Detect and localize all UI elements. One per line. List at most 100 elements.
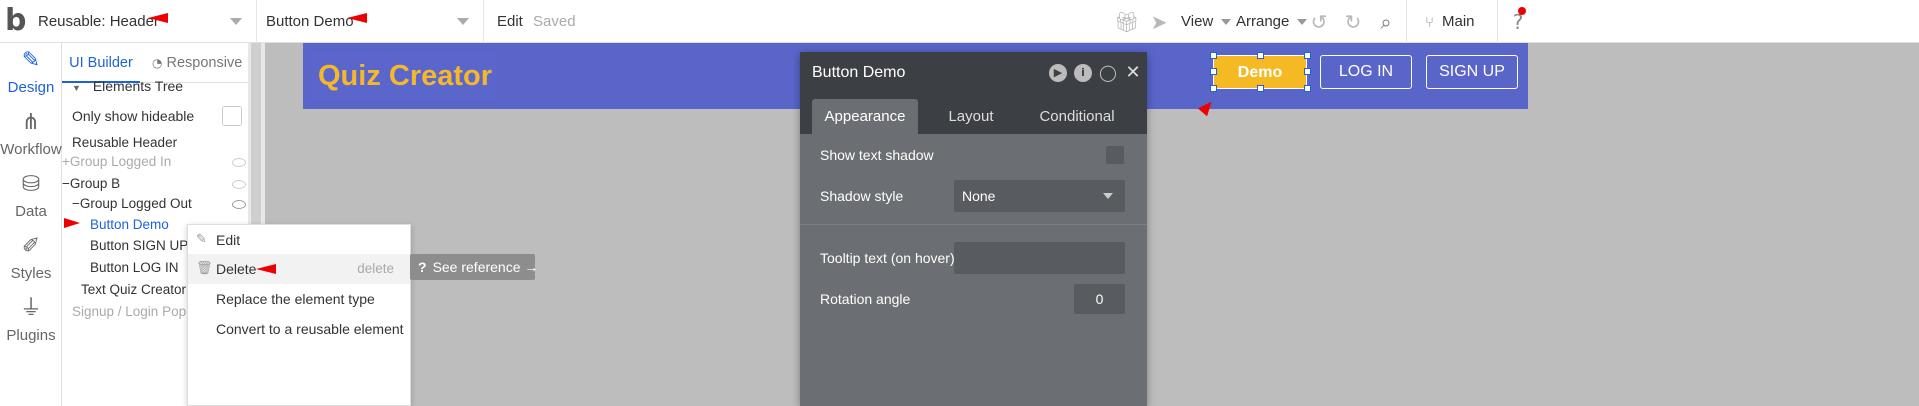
shadow-style-value: None xyxy=(962,188,996,204)
tree-item[interactable]: −Group B xyxy=(62,173,120,195)
pencil-ruler-icon: ✎ xyxy=(21,48,41,73)
info-icon[interactable]: i xyxy=(1074,64,1092,82)
search-icon[interactable]: ⌕ xyxy=(1374,10,1398,34)
menu-item-replace[interactable]: Replace the element type xyxy=(188,284,410,314)
menu-item-delete[interactable]: 🗑︎ Delete delete xyxy=(188,254,410,284)
resize-handle[interactable] xyxy=(1304,52,1311,59)
menu-item-label: Convert to a reusable element xyxy=(216,321,404,337)
undo-icon[interactable]: ↺ xyxy=(1307,10,1331,34)
see-reference-label: See reference → xyxy=(432,259,539,275)
elements-tree-label: Elements Tree xyxy=(92,78,184,94)
resize-handle[interactable] xyxy=(1257,52,1264,59)
annotation-arrow xyxy=(347,13,367,23)
cursor-icon[interactable]: ➤ xyxy=(1147,10,1171,34)
collapse-icon: − xyxy=(62,176,70,191)
tab-responsive-label: Responsive xyxy=(166,55,243,71)
arrange-menu[interactable]: Arrange xyxy=(1236,0,1308,43)
tree-item-label: Group Logged In xyxy=(69,154,172,169)
resize-handle[interactable] xyxy=(1210,85,1217,92)
menu-item-convert[interactable]: Convert to a reusable element xyxy=(188,314,410,344)
annotation-arrow xyxy=(148,13,168,23)
gift-icon[interactable]: 🎁︎ xyxy=(1114,10,1139,34)
rail-styles[interactable]: ✐ Styles xyxy=(0,233,62,282)
close-icon[interactable]: ✕ xyxy=(1124,64,1142,82)
rail-label: Plugins xyxy=(6,327,56,344)
show-text-shadow-label: Show text shadow xyxy=(820,147,934,163)
only-show-hideable-checkbox[interactable] xyxy=(222,106,242,126)
resize-handle[interactable] xyxy=(1210,52,1217,59)
elements-tree-header[interactable]: ▼ Elements Tree xyxy=(72,75,183,97)
brush-icon: ✐ xyxy=(21,234,41,259)
menu-item-label: Delete xyxy=(216,261,257,277)
left-rail: ✎ Design ⋔ Workflow ⛁ Data ✐ Styles ⏚ Pl… xyxy=(0,43,62,406)
rotation-angle-input[interactable]: 0 xyxy=(1074,284,1125,314)
shadow-style-select[interactable]: None xyxy=(954,180,1125,212)
property-editor-header: Button Demo ▶ i ◯ ✕ xyxy=(800,52,1147,94)
branch-menu[interactable]: ⑂ Main xyxy=(1425,0,1475,43)
redo-icon[interactable]: ↻ xyxy=(1341,10,1365,34)
workflow-icon: ⋔ xyxy=(21,110,41,135)
save-status: Saved xyxy=(533,13,576,30)
play-icon[interactable]: ▶ xyxy=(1049,64,1067,82)
tree-item-selected[interactable]: Button Demo xyxy=(90,214,169,236)
element-dropdown[interactable]: Button Demo xyxy=(258,0,484,43)
rail-workflow[interactable]: ⋔ Workflow xyxy=(0,109,62,158)
text-quiz-creator[interactable]: Quiz Creator xyxy=(312,52,498,100)
button-sign-up[interactable]: SIGN UP xyxy=(1426,55,1518,89)
chevron-down-icon xyxy=(1103,193,1113,199)
button-log-in[interactable]: LOG IN xyxy=(1320,55,1412,89)
tree-item[interactable]: −Group Logged Out xyxy=(72,193,192,215)
chevron-down-icon xyxy=(457,18,469,25)
eye-icon[interactable] xyxy=(232,158,246,167)
resize-handle[interactable] xyxy=(1257,85,1264,92)
annotation-arrow xyxy=(64,218,80,228)
rail-design[interactable]: ✎ Design xyxy=(0,47,62,96)
page-dropdown[interactable]: Reusable: Header xyxy=(30,0,257,43)
branch-label: Main xyxy=(1442,13,1475,30)
rail-label: Data xyxy=(15,203,47,220)
plug-icon: ⏚ xyxy=(19,296,42,321)
trash-icon: 🗑︎ xyxy=(196,261,213,276)
tree-item[interactable]: Button LOG IN xyxy=(90,257,179,279)
eye-icon[interactable] xyxy=(232,200,246,209)
show-text-shadow-checkbox[interactable] xyxy=(1106,146,1124,164)
edit-menu[interactable]: Edit xyxy=(497,0,523,43)
eye-icon[interactable] xyxy=(232,180,246,189)
shortcut-label: delete xyxy=(357,261,394,276)
see-reference-tooltip[interactable]: ? See reference → xyxy=(410,254,538,280)
tree-item[interactable]: Signup / Login Popup xyxy=(72,301,201,323)
resize-handle[interactable] xyxy=(1210,68,1217,75)
collapse-icon: − xyxy=(72,196,80,211)
button-demo[interactable]: Demo xyxy=(1213,55,1307,89)
tree-item[interactable]: Text Quiz Creator xyxy=(81,279,186,301)
expand-icon: + xyxy=(62,154,70,169)
page-dropdown-value: Reusable: Header xyxy=(38,13,159,30)
property-editor: Button Demo ▶ i ◯ ✕ Appearance Layout Co… xyxy=(800,52,1147,406)
divider xyxy=(1406,0,1407,43)
responsive-icon: ◔ xyxy=(152,56,163,70)
element-dropdown-value: Button Demo xyxy=(266,13,354,30)
tree-item-label: Group Logged Out xyxy=(79,196,192,211)
database-icon: ⛁ xyxy=(21,172,41,197)
only-show-hideable-label: Only show hideable xyxy=(72,108,195,124)
bubble-logo[interactable]: b xyxy=(5,6,29,36)
rail-data[interactable]: ⛁ Data xyxy=(0,171,62,220)
resize-handle[interactable] xyxy=(1304,85,1311,92)
tooltip-input[interactable] xyxy=(954,242,1125,274)
tab-appearance[interactable]: Appearance xyxy=(812,99,918,134)
tree-item[interactable]: +Group Logged In xyxy=(62,151,171,173)
help-icon: ? xyxy=(418,259,427,275)
divider xyxy=(1497,0,1498,43)
resize-handle[interactable] xyxy=(1304,68,1311,75)
view-label: View xyxy=(1181,13,1214,30)
menu-item-edit[interactable]: ✎ Edit xyxy=(188,225,410,255)
view-menu[interactable]: View xyxy=(1181,0,1232,43)
tooltip-label: Tooltip text (on hover) xyxy=(820,250,955,266)
tab-conditional[interactable]: Conditional xyxy=(1024,99,1130,134)
tree-item[interactable]: Button SIGN UP xyxy=(90,235,188,257)
rail-label: Workflow xyxy=(0,141,62,158)
comment-icon[interactable]: ◯ xyxy=(1099,64,1117,82)
rail-plugins[interactable]: ⏚ Plugins xyxy=(0,295,62,344)
tab-layout[interactable]: Layout xyxy=(924,99,1018,134)
rail-label: Styles xyxy=(10,265,52,282)
